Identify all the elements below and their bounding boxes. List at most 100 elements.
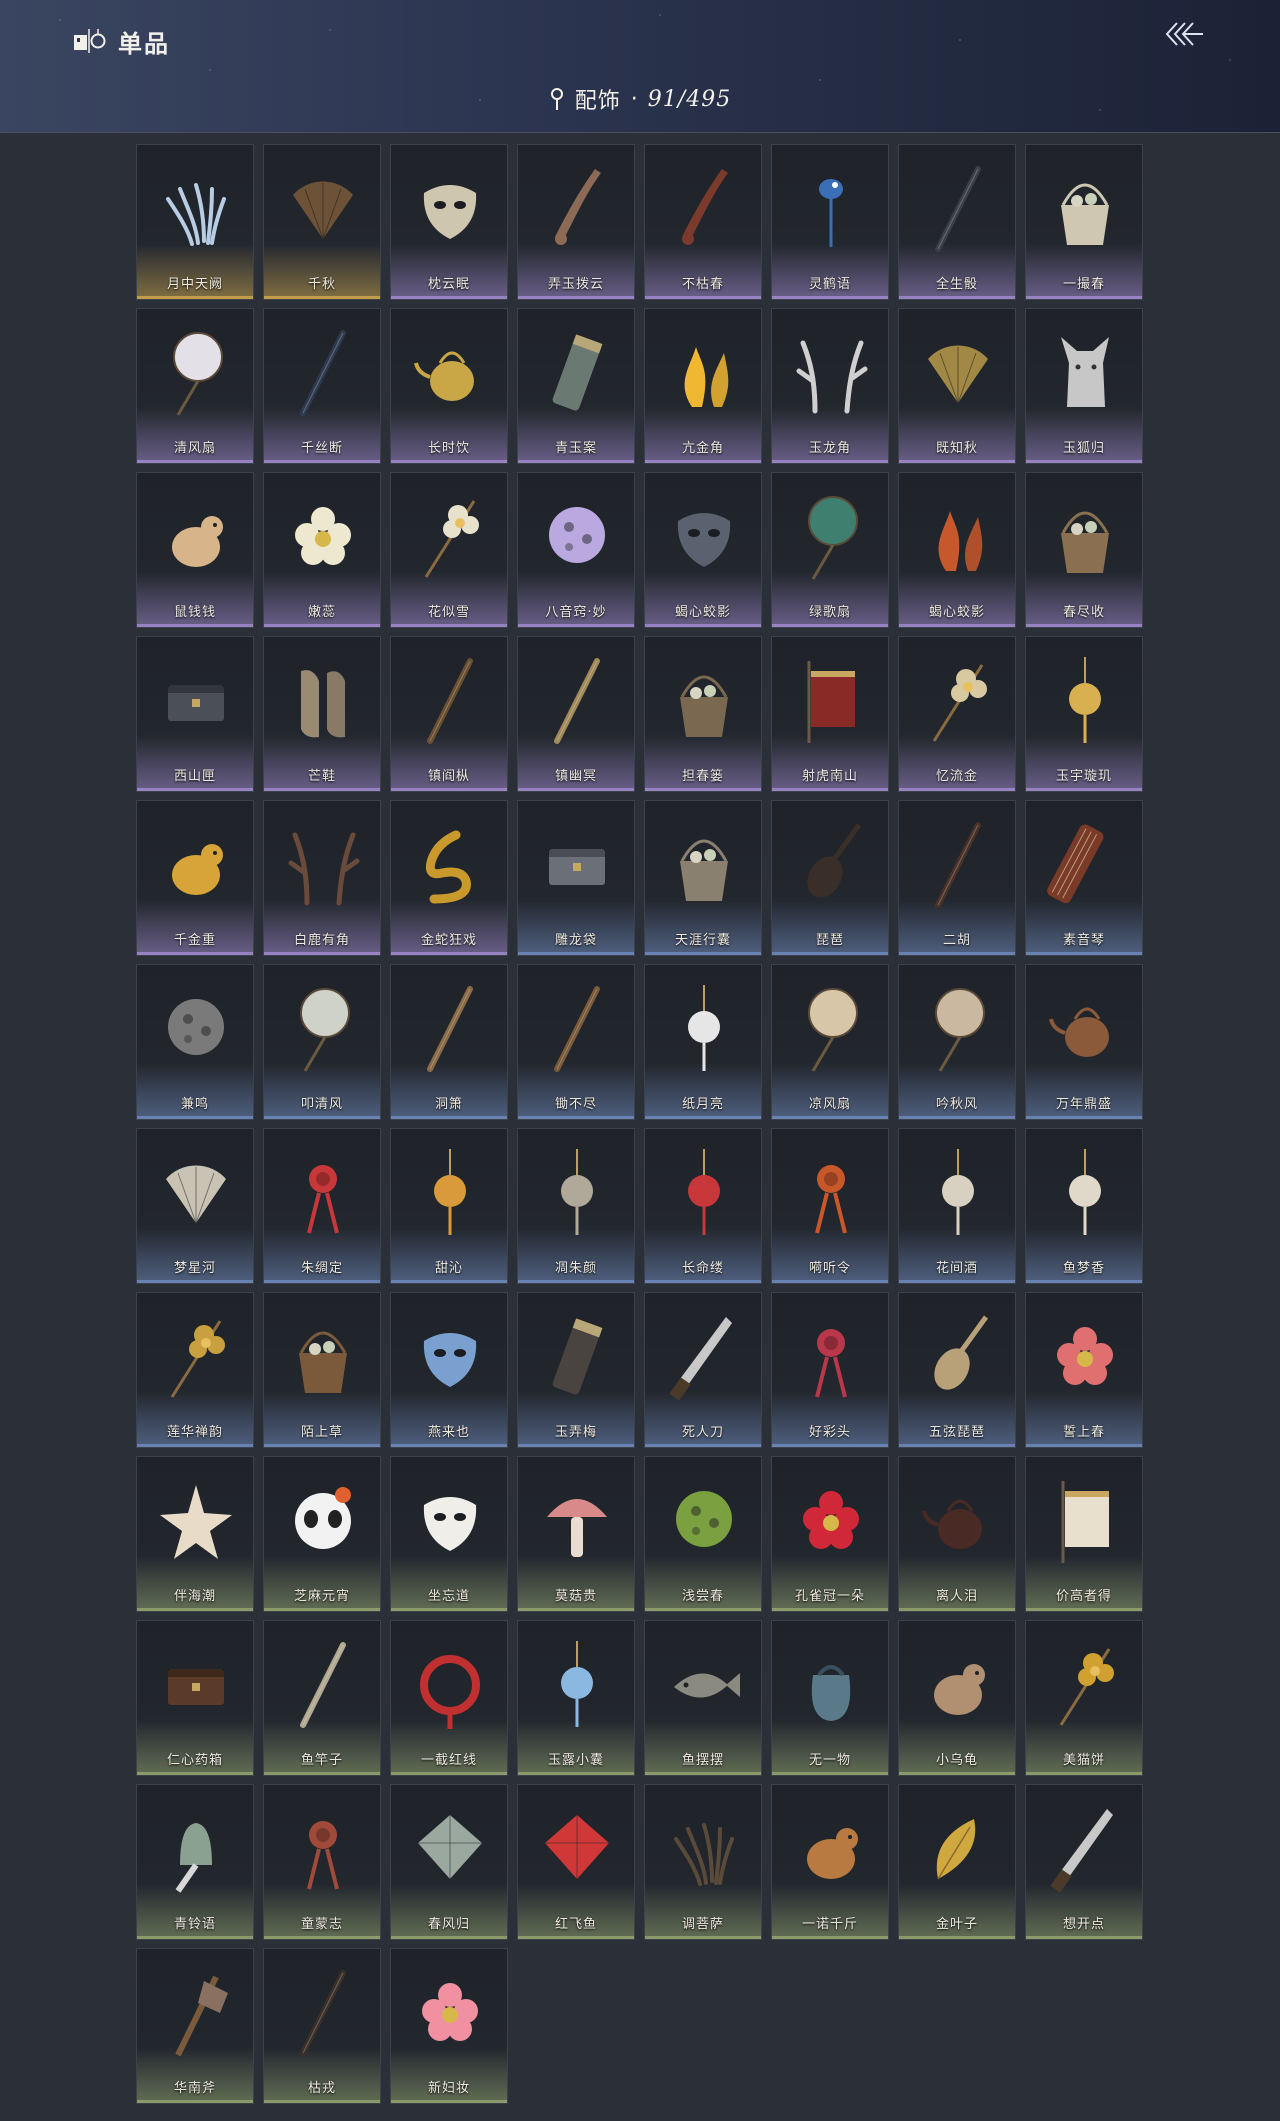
- item-card-69[interactable]: 浅尝春: [644, 1456, 762, 1612]
- item-card-85[interactable]: 调菩萨: [644, 1784, 762, 1940]
- item-card-58[interactable]: 陌上草: [263, 1292, 381, 1448]
- item-card-49[interactable]: 梦星河: [136, 1128, 254, 1284]
- item-card-64[interactable]: 誓上春: [1025, 1292, 1143, 1448]
- item-card-80[interactable]: 美猫饼: [1025, 1620, 1143, 1776]
- item-card-36[interactable]: 雕龙袋: [517, 800, 635, 956]
- item-card-60[interactable]: 玉弄梅: [517, 1292, 635, 1448]
- back-button[interactable]: [1160, 16, 1208, 52]
- item-card-46[interactable]: 凉风扇: [771, 964, 889, 1120]
- item-card-4[interactable]: 弄玉拨云: [517, 144, 635, 300]
- rarity-bar: [137, 1280, 253, 1283]
- item-card-6[interactable]: 灵鹤语: [771, 144, 889, 300]
- item-card-87[interactable]: 金叶子: [898, 1784, 1016, 1940]
- item-card-20[interactable]: 八音窍·妙: [517, 472, 635, 628]
- item-card-7[interactable]: 全生骰: [898, 144, 1016, 300]
- item-card-62[interactable]: 好彩头: [771, 1292, 889, 1448]
- item-card-14[interactable]: 玉龙角: [771, 308, 889, 464]
- pendant-icon: [434, 1149, 466, 1235]
- item-card-35[interactable]: 金蛇狂戏: [390, 800, 508, 956]
- item-card-78[interactable]: 无一物: [771, 1620, 889, 1776]
- item-card-91[interactable]: 新妇妆: [390, 1948, 508, 2104]
- item-card-83[interactable]: 春风归: [390, 1784, 508, 1940]
- item-card-84[interactable]: 红飞鱼: [517, 1784, 635, 1940]
- item-card-41[interactable]: 兼鸣: [136, 964, 254, 1120]
- item-card-63[interactable]: 五弦琵琶: [898, 1292, 1016, 1448]
- item-card-88[interactable]: 想开点: [1025, 1784, 1143, 1940]
- item-card-1[interactable]: 月中天阙: [136, 144, 254, 300]
- item-card-10[interactable]: 千丝断: [263, 308, 381, 464]
- item-card-26[interactable]: 芒鞋: [263, 636, 381, 792]
- item-card-73[interactable]: 仁心药箱: [136, 1620, 254, 1776]
- item-card-70[interactable]: 孔雀冠一朵: [771, 1456, 889, 1612]
- item-card-39[interactable]: 二胡: [898, 800, 1016, 956]
- item-card-75[interactable]: 一截红线: [390, 1620, 508, 1776]
- item-card-68[interactable]: 莫菇贵: [517, 1456, 635, 1612]
- item-card-12[interactable]: 青玉案: [517, 308, 635, 464]
- item-card-76[interactable]: 玉露小囊: [517, 1620, 635, 1776]
- item-card-38[interactable]: 琵琶: [771, 800, 889, 956]
- item-card-3[interactable]: 枕云眠: [390, 144, 508, 300]
- rarity-bar: [645, 296, 761, 299]
- item-card-77[interactable]: 鱼摆摆: [644, 1620, 762, 1776]
- item-card-23[interactable]: 蝎心蛟影: [898, 472, 1016, 628]
- item-card-66[interactable]: 芝麻元宵: [263, 1456, 381, 1612]
- item-card-32[interactable]: 玉宇璇玑: [1025, 636, 1143, 792]
- item-card-48[interactable]: 万年鼎盛: [1025, 964, 1143, 1120]
- item-card-74[interactable]: 鱼竿子: [263, 1620, 381, 1776]
- item-card-15[interactable]: 既知秋: [898, 308, 1016, 464]
- item-card-55[interactable]: 花间酒: [898, 1128, 1016, 1284]
- item-card-37[interactable]: 天涯行囊: [644, 800, 762, 956]
- item-card-54[interactable]: 嗬听令: [771, 1128, 889, 1284]
- item-card-45[interactable]: 纸月亮: [644, 964, 762, 1120]
- item-card-47[interactable]: 吟秋风: [898, 964, 1016, 1120]
- item-card-72[interactable]: 价高者得: [1025, 1456, 1143, 1612]
- item-card-34[interactable]: 白鹿有角: [263, 800, 381, 956]
- item-card-81[interactable]: 青铃语: [136, 1784, 254, 1940]
- item-card-50[interactable]: 朱绸定: [263, 1128, 381, 1284]
- item-card-79[interactable]: 小乌龟: [898, 1620, 1016, 1776]
- item-card-89[interactable]: 华南斧: [136, 1948, 254, 2104]
- item-card-19[interactable]: 花似雪: [390, 472, 508, 628]
- item-card-21[interactable]: 蝎心蛟影: [644, 472, 762, 628]
- item-card-28[interactable]: 镇幽冥: [517, 636, 635, 792]
- item-card-29[interactable]: 担春篓: [644, 636, 762, 792]
- item-card-33[interactable]: 千金重: [136, 800, 254, 956]
- item-card-56[interactable]: 鱼梦香: [1025, 1128, 1143, 1284]
- item-card-44[interactable]: 锄不尽: [517, 964, 635, 1120]
- item-card-9[interactable]: 清风扇: [136, 308, 254, 464]
- item-card-22[interactable]: 绿歌扇: [771, 472, 889, 628]
- item-card-82[interactable]: 童蒙志: [263, 1784, 381, 1940]
- item-card-27[interactable]: 镇阎枞: [390, 636, 508, 792]
- item-card-11[interactable]: 长时饮: [390, 308, 508, 464]
- item-card-30[interactable]: 射虎南山: [771, 636, 889, 792]
- item-card-53[interactable]: 长命缕: [644, 1128, 762, 1284]
- item-icon: [158, 815, 234, 915]
- item-card-42[interactable]: 叩清风: [263, 964, 381, 1120]
- item-icon: [412, 487, 488, 587]
- item-card-51[interactable]: 甜沁: [390, 1128, 508, 1284]
- item-card-86[interactable]: 一诺千斤: [771, 1784, 889, 1940]
- item-card-52[interactable]: 凋朱颜: [517, 1128, 635, 1284]
- item-card-67[interactable]: 坐忘道: [390, 1456, 508, 1612]
- item-card-25[interactable]: 西山匣: [136, 636, 254, 792]
- rarity-bar: [391, 460, 507, 463]
- item-card-24[interactable]: 春尽收: [1025, 472, 1143, 628]
- item-card-8[interactable]: 一撮春: [1025, 144, 1143, 300]
- item-card-57[interactable]: 莲华禅韵: [136, 1292, 254, 1448]
- item-card-5[interactable]: 不枯春: [644, 144, 762, 300]
- item-card-59[interactable]: 燕来也: [390, 1292, 508, 1448]
- item-card-61[interactable]: 死人刀: [644, 1292, 762, 1448]
- rarity-bar: [391, 1280, 507, 1283]
- item-card-13[interactable]: 亢金角: [644, 308, 762, 464]
- item-card-18[interactable]: 嫩蕊: [263, 472, 381, 628]
- item-card-17[interactable]: 鼠钱钱: [136, 472, 254, 628]
- flower-icon: [422, 1983, 478, 2041]
- item-card-16[interactable]: 玉狐归: [1025, 308, 1143, 464]
- item-card-2[interactable]: 千秋: [263, 144, 381, 300]
- item-card-31[interactable]: 忆流金: [898, 636, 1016, 792]
- item-card-40[interactable]: 素音琴: [1025, 800, 1143, 956]
- item-card-65[interactable]: 伴海潮: [136, 1456, 254, 1612]
- item-card-43[interactable]: 洞箫: [390, 964, 508, 1120]
- item-card-71[interactable]: 离人泪: [898, 1456, 1016, 1612]
- item-card-90[interactable]: 枯戎: [263, 1948, 381, 2104]
